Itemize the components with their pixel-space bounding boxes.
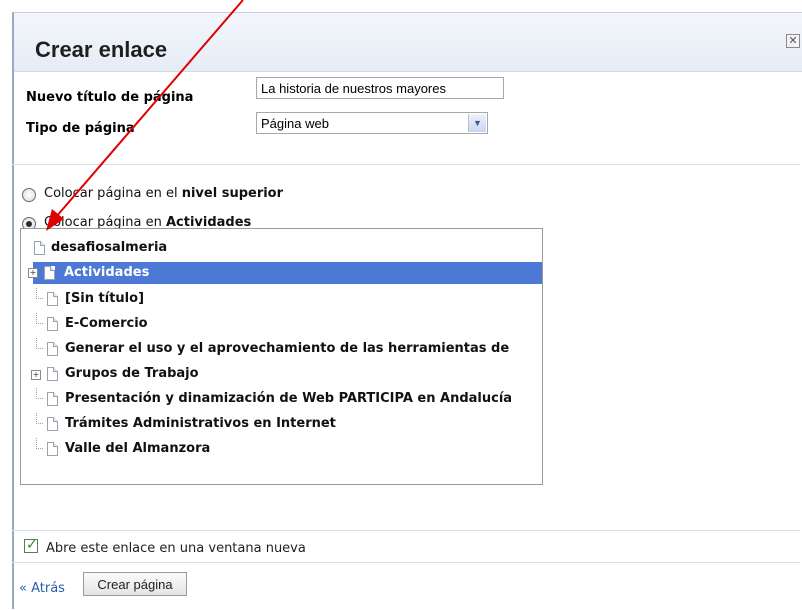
new-window-checkbox[interactable]: ✓ [24,537,38,553]
page-icon [47,417,58,431]
tree-item[interactable]: Valle del Almanzora [21,438,542,460]
tree-item-label: E-Comercio [65,316,148,331]
tree-item[interactable]: Presentación y dinamización de Web PARTI… [21,388,542,410]
tree-item-label: Presentación y dinamización de Web PARTI… [65,391,513,406]
page-tree[interactable]: desafiosalmeria + Actividades [Sin títul… [20,228,543,485]
tree-item-label: Actividades [64,265,150,280]
page-icon [47,392,58,406]
new-window-label: Abre este enlace en una ventana nueva [46,541,306,556]
page-type-value: Página web [261,116,329,131]
radio-top-level[interactable] [22,188,36,202]
tree-root-item[interactable]: desafiosalmeria [21,237,542,259]
tree-connector [36,313,43,324]
page-icon [47,317,58,331]
tree-item-label: desafiosalmeria [51,240,168,255]
tree-item-label: Trámites Administrativos en Internet [65,416,336,431]
tree-item-actividades[interactable]: + Actividades [28,262,542,284]
divider [12,530,800,531]
tree-connector [36,413,43,424]
divider [12,164,800,165]
checkmark-icon: ✓ [26,537,38,553]
dialog-title-bar: Crear enlace ✕ [14,13,802,72]
page-title-input[interactable] [256,77,504,99]
divider [12,562,800,563]
dialog-title: Crear enlace [35,37,168,62]
page-icon [34,241,45,255]
create-page-button[interactable]: Crear página [83,572,187,596]
expand-icon[interactable]: + [31,370,41,380]
tree-connector [36,388,43,399]
page-icon [47,292,58,306]
tree-connector [36,338,43,349]
tree-item[interactable]: [Sin título] [21,288,542,310]
tree-connector [36,288,43,299]
page-icon [47,342,58,356]
page-icon [44,266,55,280]
close-icon[interactable]: ✕ [786,34,800,48]
tree-connector [36,438,43,449]
chevron-down-icon: ▼ [468,114,486,132]
page-type-select[interactable]: Página web ▼ [256,112,488,134]
tree-item-label: Generar el uso y el aprovechamiento de l… [65,341,510,356]
page-title-label: Nuevo título de página [26,90,194,105]
tree-item-label: Grupos de Trabajo [65,366,199,381]
back-link[interactable]: « Atrás [19,581,65,596]
radio-top-level-label: Colocar página en el nivel superior [44,186,284,201]
tree-item[interactable]: E-Comercio [21,313,542,335]
page-type-label: Tipo de página [26,121,135,136]
expand-icon[interactable]: + [28,268,38,278]
page-icon [47,442,58,456]
tree-item[interactable]: Trámites Administrativos en Internet [21,413,542,435]
page-icon [47,367,58,381]
tree-item[interactable]: Generar el uso y el aprovechamiento de l… [21,338,542,360]
tree-item-label: Valle del Almanzora [65,441,211,456]
tree-item[interactable]: + Grupos de Trabajo [21,363,542,385]
tree-item-label: [Sin título] [65,291,145,306]
